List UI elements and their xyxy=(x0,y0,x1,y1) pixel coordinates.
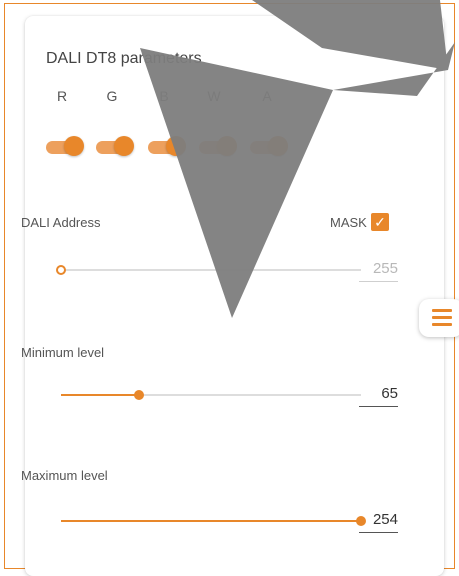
dali-address-value[interactable]: 255 xyxy=(359,260,398,282)
channel-toggle-a[interactable] xyxy=(250,136,290,158)
channel-toggle-b[interactable] xyxy=(148,136,188,158)
channel-label-b: B xyxy=(159,88,169,104)
dali-address-slider-handle[interactable] xyxy=(56,265,66,275)
minimum-level-label: Minimum level xyxy=(21,345,105,360)
minimum-level-slider-fill xyxy=(61,394,139,396)
toggle-thumb xyxy=(114,136,134,156)
dali-address-slider-rail[interactable] xyxy=(61,269,361,271)
channel-label-g: G xyxy=(106,88,118,104)
toggle-thumb xyxy=(64,136,84,156)
toggle-thumb xyxy=(217,136,237,156)
maximum-level-label: Maximum level xyxy=(21,468,108,483)
toggle-thumb xyxy=(268,136,288,156)
channel-toggle-w[interactable] xyxy=(199,136,239,158)
minimum-level-value[interactable]: 65 xyxy=(359,385,398,407)
mask-label: MASK xyxy=(330,215,367,230)
maximum-level-value[interactable]: 254 xyxy=(359,511,398,533)
channel-label-w: W xyxy=(207,88,221,104)
dt8-parameters-card: DALI DT8 parameters xyxy=(25,16,444,576)
channel-toggle-r[interactable] xyxy=(46,136,86,158)
menu-bar xyxy=(432,316,452,319)
dali-address-label: DALI Address xyxy=(21,215,101,230)
mask-checkbox[interactable]: ✓ xyxy=(371,213,389,231)
channel-label-r: R xyxy=(56,88,68,104)
toggle-thumb xyxy=(166,136,186,156)
menu-bar xyxy=(432,309,452,312)
minimum-level-slider-handle[interactable] xyxy=(134,390,144,400)
menu-button[interactable] xyxy=(419,299,459,337)
checkmark-icon: ✓ xyxy=(374,214,386,230)
channel-label-a: A xyxy=(262,88,272,104)
card-title: DALI DT8 parameters xyxy=(46,50,202,67)
maximum-level-slider-fill xyxy=(61,520,361,522)
menu-bar xyxy=(432,323,452,326)
channel-toggle-g[interactable] xyxy=(96,136,136,158)
